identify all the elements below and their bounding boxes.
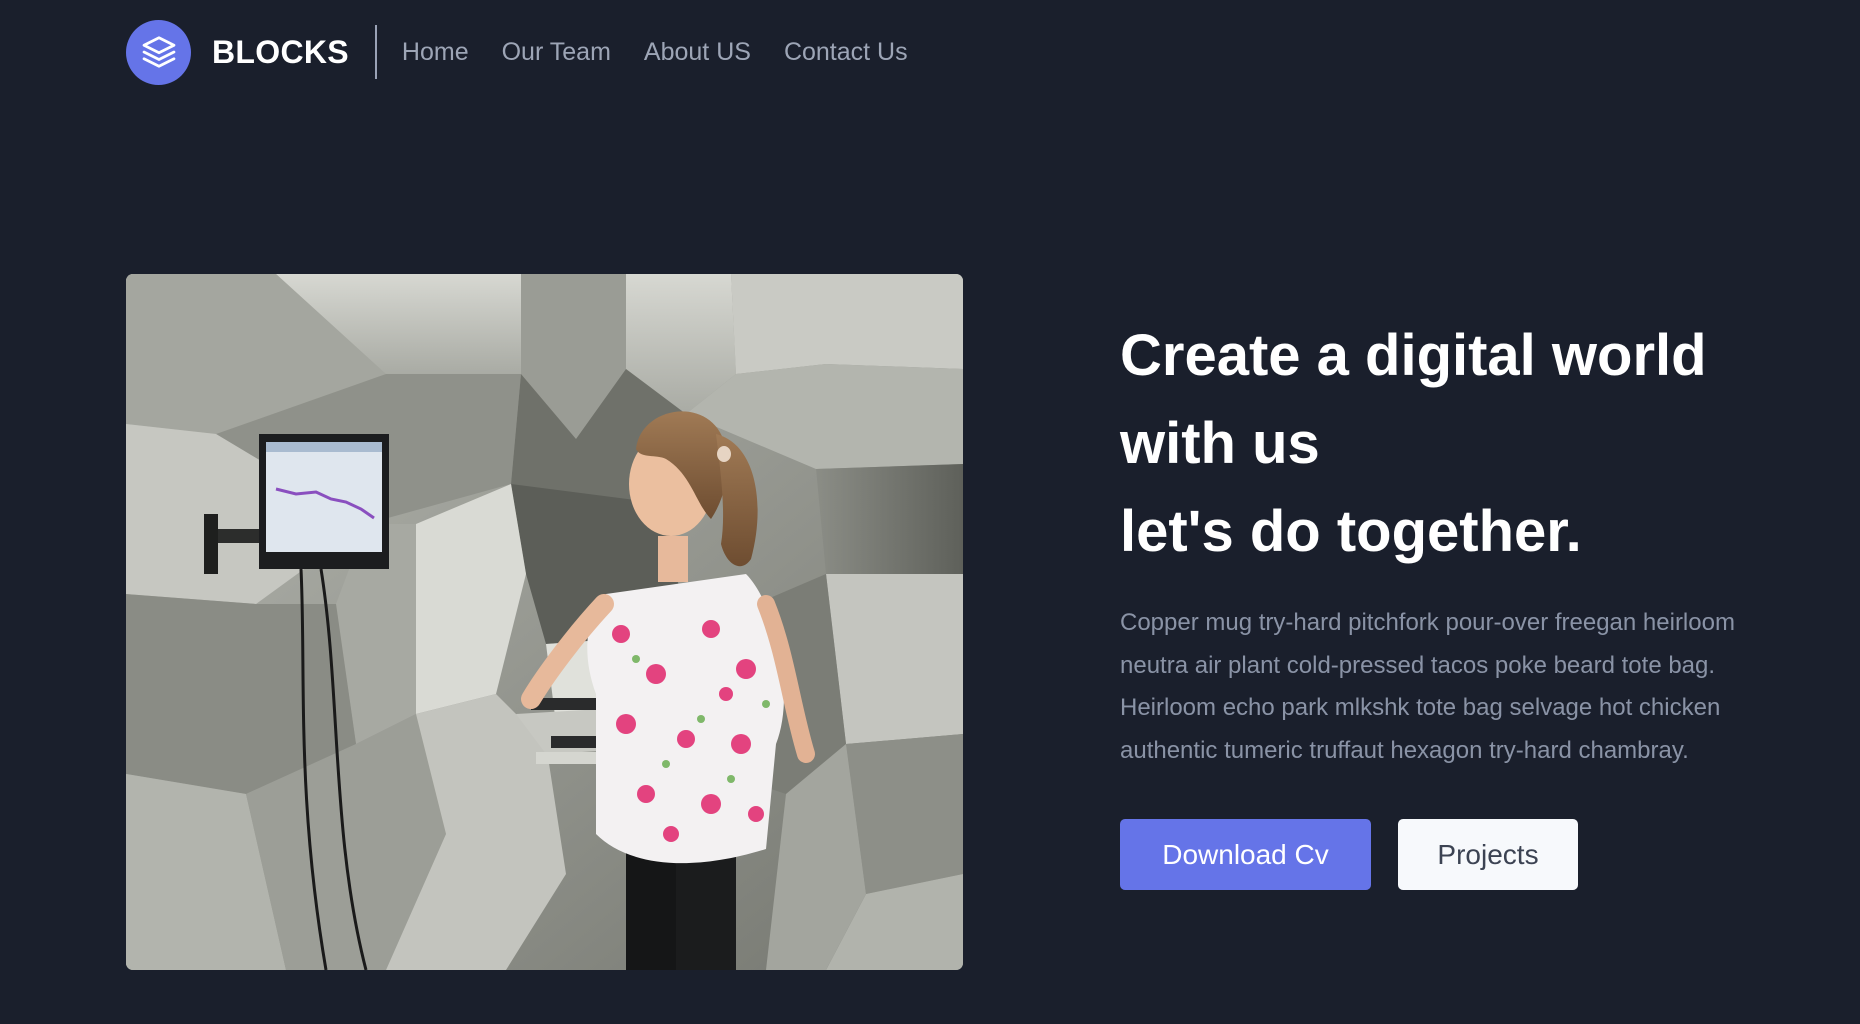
hero-title-line-2: with us [1120,411,1320,476]
nav-link-our-team[interactable]: Our Team [502,38,611,67]
brand-name: BLOCKS [212,33,349,70]
stacked-layers-icon [126,19,191,85]
nav-link-about-us[interactable]: About US [644,38,751,67]
main-nav: Home Our Team About US Contact Us [402,38,941,67]
hero-buttons: Download Cv Projects [1120,819,1760,890]
header-divider [374,25,377,79]
projects-button[interactable]: Projects [1398,819,1578,890]
hero-content: Create a digital world with us let's do … [1120,312,1760,890]
hero-title-line-1: Create a digital world [1120,323,1707,388]
site-header: BLOCKS Home Our Team About US Contact Us [126,18,941,86]
brand-logo[interactable]: BLOCKS [126,19,349,85]
download-cv-button[interactable]: Download Cv [1120,819,1371,890]
nav-link-contact-us[interactable]: Contact Us [784,38,908,67]
hero-description: Copper mug try-hard pitchfork pour-over … [1120,609,1735,764]
hero-title: Create a digital world with us let's do … [1120,312,1760,576]
nav-link-home[interactable]: Home [402,38,469,67]
hero-photo [126,274,963,970]
hero-title-line-3: let's do together. [1120,499,1582,564]
